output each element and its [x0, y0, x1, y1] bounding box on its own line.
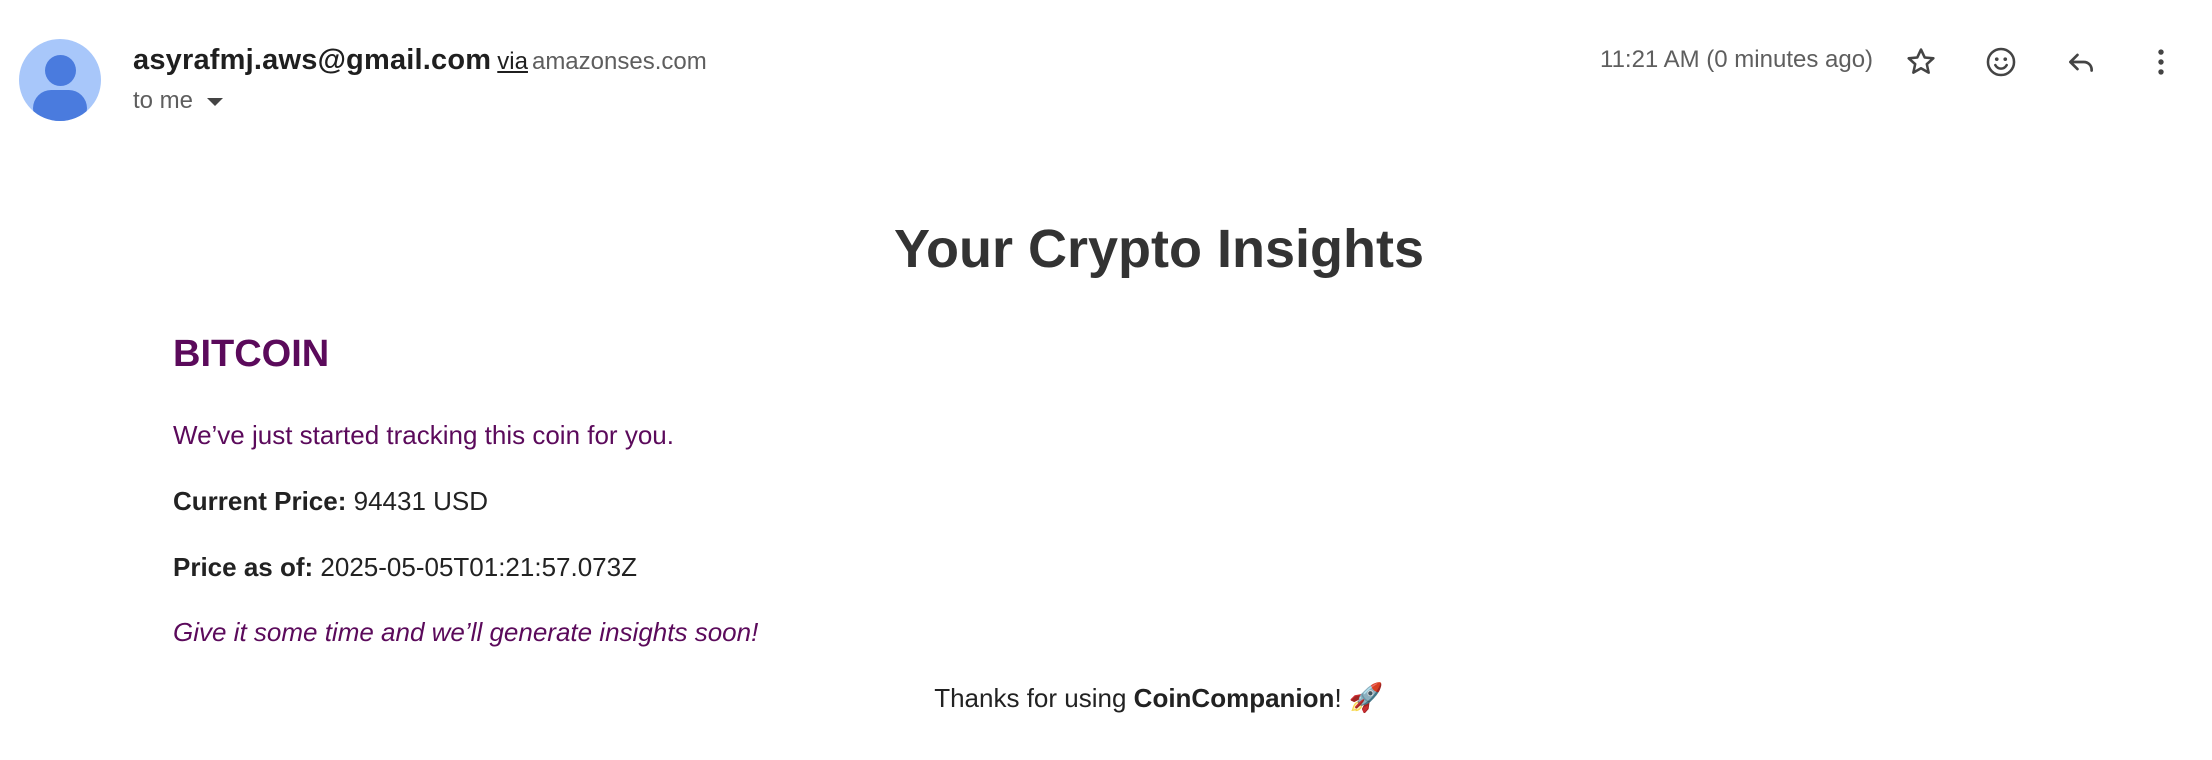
via-domain: amazonses.com: [531, 48, 707, 75]
reply-icon[interactable]: [2059, 40, 2103, 84]
thanks-prefix: Thanks for using: [934, 683, 1127, 713]
avatar[interactable]: [19, 39, 101, 121]
more-vert-icon[interactable]: [2139, 40, 2183, 84]
current-price-value: 94431 USD: [353, 486, 489, 516]
thanks-suffix: !: [1334, 683, 1342, 713]
sender-line: asyrafmj.aws@gmail.com via amazonses.com: [133, 40, 707, 85]
coin-status-text: We’ve just started tracking this coin fo…: [173, 420, 674, 450]
price-asof-label: Price as of:: [173, 552, 314, 582]
price-asof-value: 2025-05-05T01:21:57.073Z: [320, 552, 637, 582]
emoji-icon[interactable]: [1979, 40, 2023, 84]
current-price-row: Current Price: 94431 USD: [173, 484, 488, 518]
sender-email[interactable]: asyrafmj.aws@gmail.com: [133, 44, 491, 76]
star-icon[interactable]: [1899, 40, 1943, 84]
avatar-head: [45, 55, 76, 86]
rocket-icon: 🚀: [1348, 682, 1384, 713]
avatar-shoulders: [33, 90, 87, 121]
thanks-line: Thanks for using CoinCompanion! 🚀: [0, 681, 2212, 715]
timestamp: 11:21 AM (0 minutes ago): [1600, 46, 1874, 73]
email-heading: Your Crypto Insights: [893, 219, 1424, 279]
coin-name: BITCOIN: [173, 333, 330, 375]
brand-name: CoinCompanion: [1133, 683, 1335, 713]
via-link[interactable]: via: [497, 48, 528, 75]
recipient-dropdown[interactable]: to me: [133, 84, 224, 118]
current-price-label: Current Price:: [173, 486, 347, 516]
chevron-down-icon[interactable]: [207, 98, 224, 106]
recipient-label: to me: [133, 87, 194, 114]
insights-note: Give it some time and we’ll generate ins…: [173, 617, 759, 647]
price-asof-row: Price as of: 2025-05-05T01:21:57.073Z: [173, 550, 637, 584]
